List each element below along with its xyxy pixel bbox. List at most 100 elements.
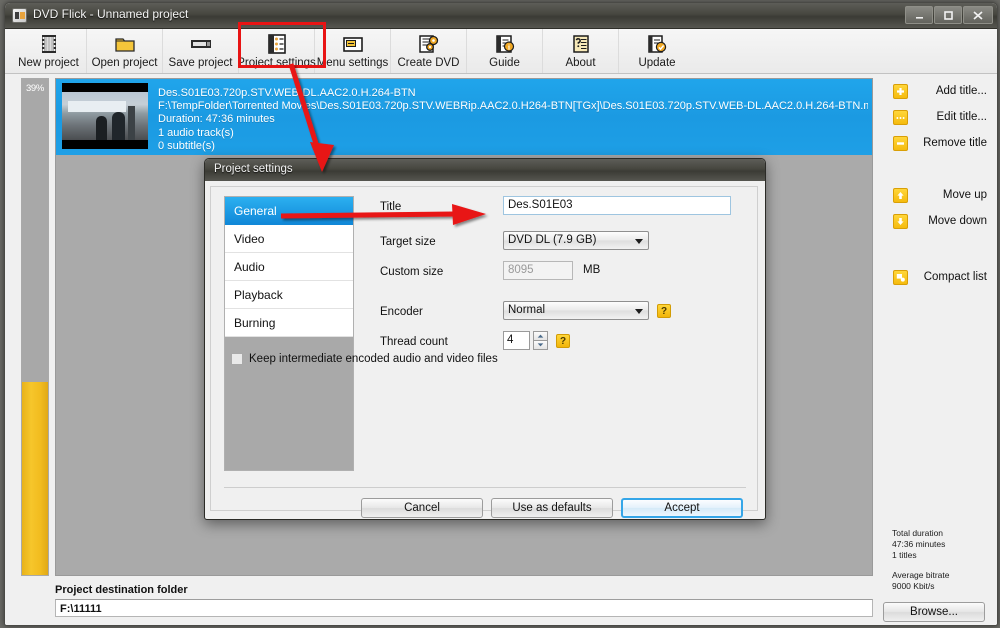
chevron-down-icon xyxy=(635,309,643,314)
toolbar-menu-settings[interactable]: Menu settings xyxy=(315,29,391,73)
destination-section: Project destination folder F:\11111 xyxy=(55,584,873,617)
title-actions-panel: Add title... Edit title... Remove title xyxy=(881,78,991,625)
average-bitrate-label: Average bitrate xyxy=(892,570,950,580)
menu-card-icon xyxy=(341,32,365,56)
general-settings-form: Title Des.S01E03 Target size DVD DL (7.9… xyxy=(371,196,746,361)
dialog-title: Project settings xyxy=(205,159,765,181)
stepper-up-icon[interactable] xyxy=(533,331,548,340)
toolbar-save-project[interactable]: Save project xyxy=(163,29,239,73)
floppy-disk-icon xyxy=(189,32,213,56)
main-toolbar: New project Open project Save project Pr… xyxy=(5,29,997,74)
tab-video[interactable]: Video xyxy=(225,225,353,253)
title-duration: Duration: 47:36 minutes xyxy=(158,113,275,126)
chevron-down-icon xyxy=(635,239,643,244)
action-label: Edit title... xyxy=(936,111,988,123)
keep-intermediate-checkbox-row[interactable]: Keep intermediate encoded audio and vide… xyxy=(231,353,498,365)
encoder-value: Normal xyxy=(508,304,546,316)
destination-input[interactable]: F:\11111 xyxy=(55,599,873,617)
toolbar-project-settings[interactable]: Project settings xyxy=(237,29,316,73)
harddisk-kb: 8183463 Kb xyxy=(892,623,997,625)
window-controls xyxy=(904,6,993,24)
action-label: Move up xyxy=(942,189,987,201)
tab-general[interactable]: General xyxy=(225,197,353,225)
thread-count-stepper[interactable] xyxy=(533,331,548,350)
minimize-icon[interactable] xyxy=(905,6,933,24)
main-window: DVD Flick - Unnamed project New project … xyxy=(4,2,998,626)
title-thumbnail xyxy=(62,83,148,149)
thread-count-help-icon[interactable]: ? xyxy=(556,334,570,348)
title-subtitles: 0 subtitle(s) xyxy=(158,139,215,152)
close-icon[interactable] xyxy=(963,6,993,24)
field-encoder-row: Encoder Normal ? xyxy=(371,301,746,331)
move-down-button[interactable]: Move down xyxy=(881,208,991,234)
maximize-icon[interactable] xyxy=(934,6,962,24)
title-input[interactable]: Des.S01E03 xyxy=(503,196,731,215)
progress-label: 39% xyxy=(25,83,45,94)
film-strip-icon xyxy=(38,32,60,56)
cancel-button[interactable]: Cancel xyxy=(361,498,483,518)
custom-size-unit: MB xyxy=(583,264,601,276)
destination-label: Project destination folder xyxy=(55,584,188,596)
add-title-button[interactable]: Add title... xyxy=(881,78,991,104)
encoder-help-icon[interactable]: ? xyxy=(657,304,671,318)
title-info: Des.S01E03.720p.STV.WEB-DL.AAC2.0.H.264-… xyxy=(158,83,868,153)
window-titlebar: DVD Flick - Unnamed project xyxy=(5,3,997,29)
dialog-body: General Video Audio Playback Burning Tit… xyxy=(210,186,758,518)
toolbar-new-project[interactable]: New project xyxy=(11,29,87,73)
toolbar-label: Create DVD xyxy=(397,57,460,69)
tab-burning[interactable]: Burning xyxy=(225,309,353,337)
update-document-icon xyxy=(646,32,668,56)
titles-count: 1 titles xyxy=(892,550,917,560)
browse-button[interactable]: Browse... xyxy=(883,602,985,622)
toolbar-label: Project settings xyxy=(237,57,316,69)
dialog-separator xyxy=(224,487,746,488)
project-settings-dialog: Project settings General Video Audio Pla… xyxy=(204,158,766,520)
keep-intermediate-checkbox[interactable] xyxy=(231,353,243,365)
encoder-select[interactable]: Normal xyxy=(503,301,649,320)
toolbar-create-dvd[interactable]: Create DVD xyxy=(391,29,467,73)
compact-list-button[interactable]: Compact list xyxy=(881,264,991,290)
dvdflick-app-icon xyxy=(12,8,27,23)
toolbar-label: Update xyxy=(638,57,676,69)
toolbar-label: Menu settings xyxy=(316,57,389,69)
target-size-select[interactable]: DVD DL (7.9 GB) xyxy=(503,231,649,250)
stepper-down-icon[interactable] xyxy=(533,340,548,350)
window-title: DVD Flick - Unnamed project xyxy=(33,7,189,21)
edit-title-button[interactable]: Edit title... xyxy=(881,104,991,130)
keep-intermediate-label: Keep intermediate encoded audio and vide… xyxy=(249,353,498,365)
toolbar-label: New project xyxy=(18,57,79,69)
total-duration-label: Total duration xyxy=(892,528,944,538)
use-as-defaults-button[interactable]: Use as defaults xyxy=(491,498,613,518)
question-document-icon xyxy=(570,32,592,56)
thread-count-label: Thread count xyxy=(380,336,448,348)
encoding-progress-bar: 39% xyxy=(21,78,49,576)
thread-count-input[interactable]: 4 xyxy=(503,331,530,350)
action-label: Move down xyxy=(928,215,987,227)
custom-size-label: Custom size xyxy=(380,266,444,278)
move-up-button[interactable]: Move up xyxy=(881,182,991,208)
toolbar-guide[interactable]: i Guide xyxy=(467,29,543,73)
tab-playback[interactable]: Playback xyxy=(225,281,353,309)
tab-audio[interactable]: Audio xyxy=(225,253,353,281)
toolbar-update[interactable]: Update xyxy=(619,29,695,73)
field-target-size-row: Target size DVD DL (7.9 GB) xyxy=(371,231,746,261)
dialog-tab-list: General Video Audio Playback Burning xyxy=(224,196,354,471)
title-field-label: Title xyxy=(380,201,402,213)
remove-title-button[interactable]: Remove title xyxy=(881,130,991,156)
action-label: Compact list xyxy=(923,271,987,283)
list-item[interactable]: Des.S01E03.720p.STV.WEB-DL.AAC2.0.H.264-… xyxy=(56,79,872,155)
title-name: Des.S01E03.720p.STV.WEB-DL.AAC2.0.H.264-… xyxy=(158,87,416,99)
toolbar-label: Open project xyxy=(91,57,158,69)
accept-button[interactable]: Accept xyxy=(621,498,743,518)
toolbar-about[interactable]: About xyxy=(543,29,619,73)
toolbar-label: Save project xyxy=(168,57,233,69)
custom-size-input[interactable]: 8095 xyxy=(503,261,573,280)
gears-disc-icon xyxy=(417,32,441,56)
toolbar-label: About xyxy=(565,57,596,69)
target-size-label: Target size xyxy=(380,236,436,248)
toolbar-open-project[interactable]: Open project xyxy=(87,29,163,73)
progress-fill xyxy=(22,381,48,575)
action-label: Add title... xyxy=(935,85,987,97)
